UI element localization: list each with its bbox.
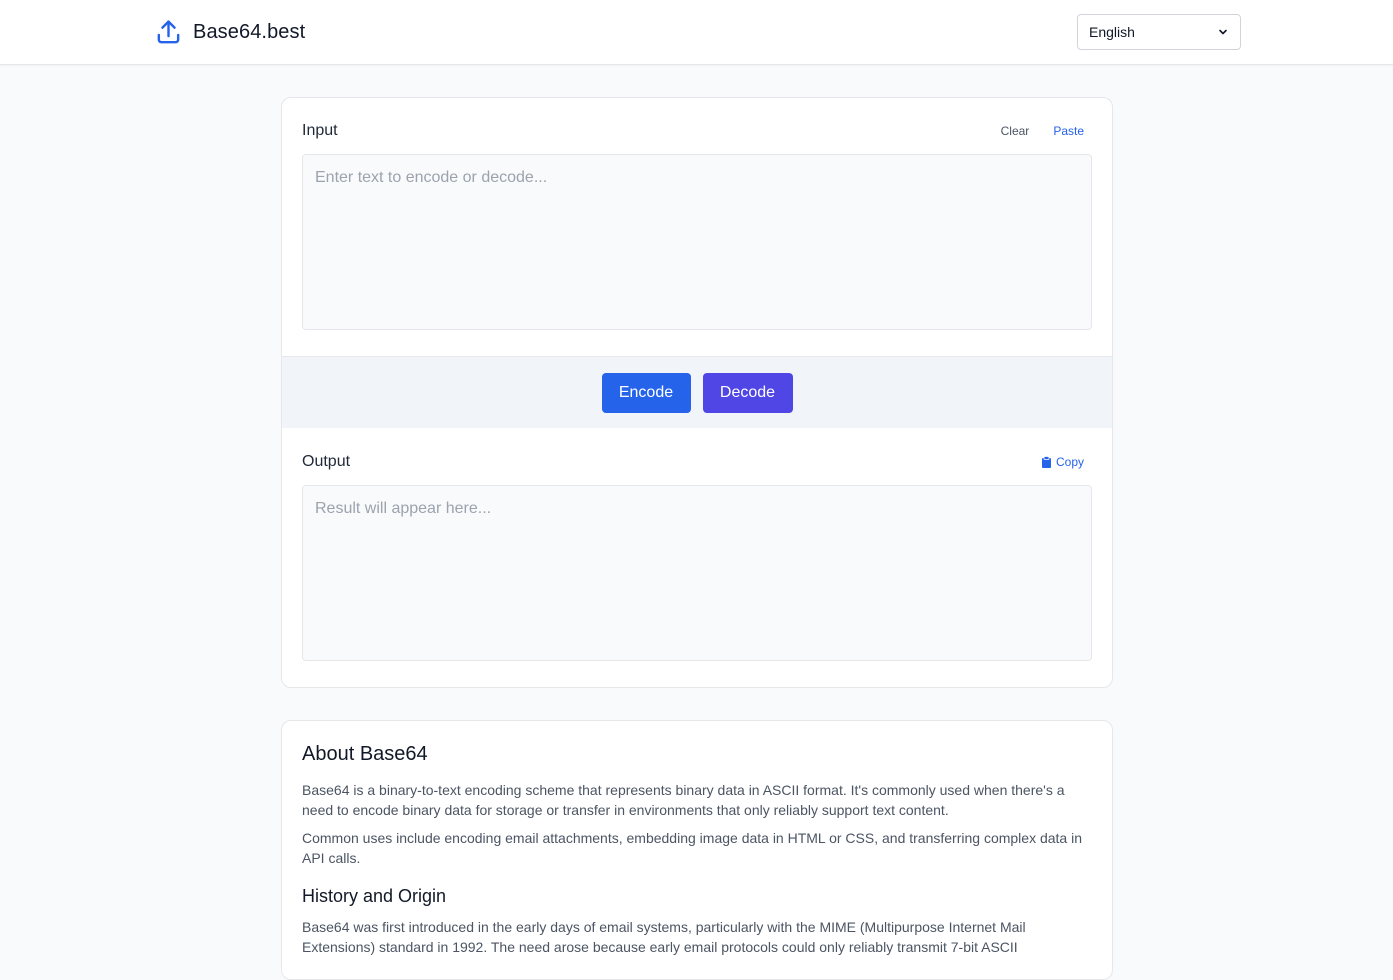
output-title: Output (302, 453, 351, 470)
converter-card: Input Clear Paste Encode Decode Output C… (281, 97, 1113, 688)
clear-button[interactable]: Clear (1001, 124, 1030, 138)
clipboard-icon (1041, 456, 1051, 468)
about-paragraph-2: Common uses include encoding email attac… (302, 830, 1082, 866)
language-select[interactable]: English (1077, 14, 1241, 50)
upload-icon (157, 19, 180, 43)
decode-button[interactable]: Decode (702, 372, 793, 413)
site-header: Base64.best English (0, 0, 1393, 65)
output-panel-header: Output Copy (302, 450, 1092, 474)
copy-label: Copy (1055, 455, 1084, 469)
input-panel-header: Input Clear Paste (302, 119, 1092, 143)
history-heading: History and Origin (302, 886, 447, 906)
input-actions: Clear Paste (1001, 124, 1092, 138)
output-actions: Copy (1041, 455, 1092, 469)
about-heading: About Base64 (302, 743, 428, 765)
brand-name: Base64.best (193, 20, 306, 43)
history-paragraph: Base64 was first introduced in the early… (302, 919, 1026, 955)
action-bar: Encode Decode (282, 356, 1112, 428)
input-title: Input (302, 122, 338, 139)
language-selected-value: English (1089, 24, 1135, 40)
brand-logo-link[interactable]: Base64.best (154, 16, 305, 48)
copy-button[interactable]: Copy (1041, 455, 1084, 469)
chevron-down-icon (1219, 29, 1227, 35)
paste-button[interactable]: Paste (1053, 124, 1084, 138)
output-textarea[interactable] (302, 485, 1092, 661)
input-textarea[interactable] (302, 154, 1092, 330)
about-card: About Base64 Base64 is a binary-to-text … (281, 720, 1113, 980)
about-paragraph-1: Base64 is a binary-to-text encoding sche… (302, 782, 1065, 818)
encode-button[interactable]: Encode (601, 372, 691, 413)
